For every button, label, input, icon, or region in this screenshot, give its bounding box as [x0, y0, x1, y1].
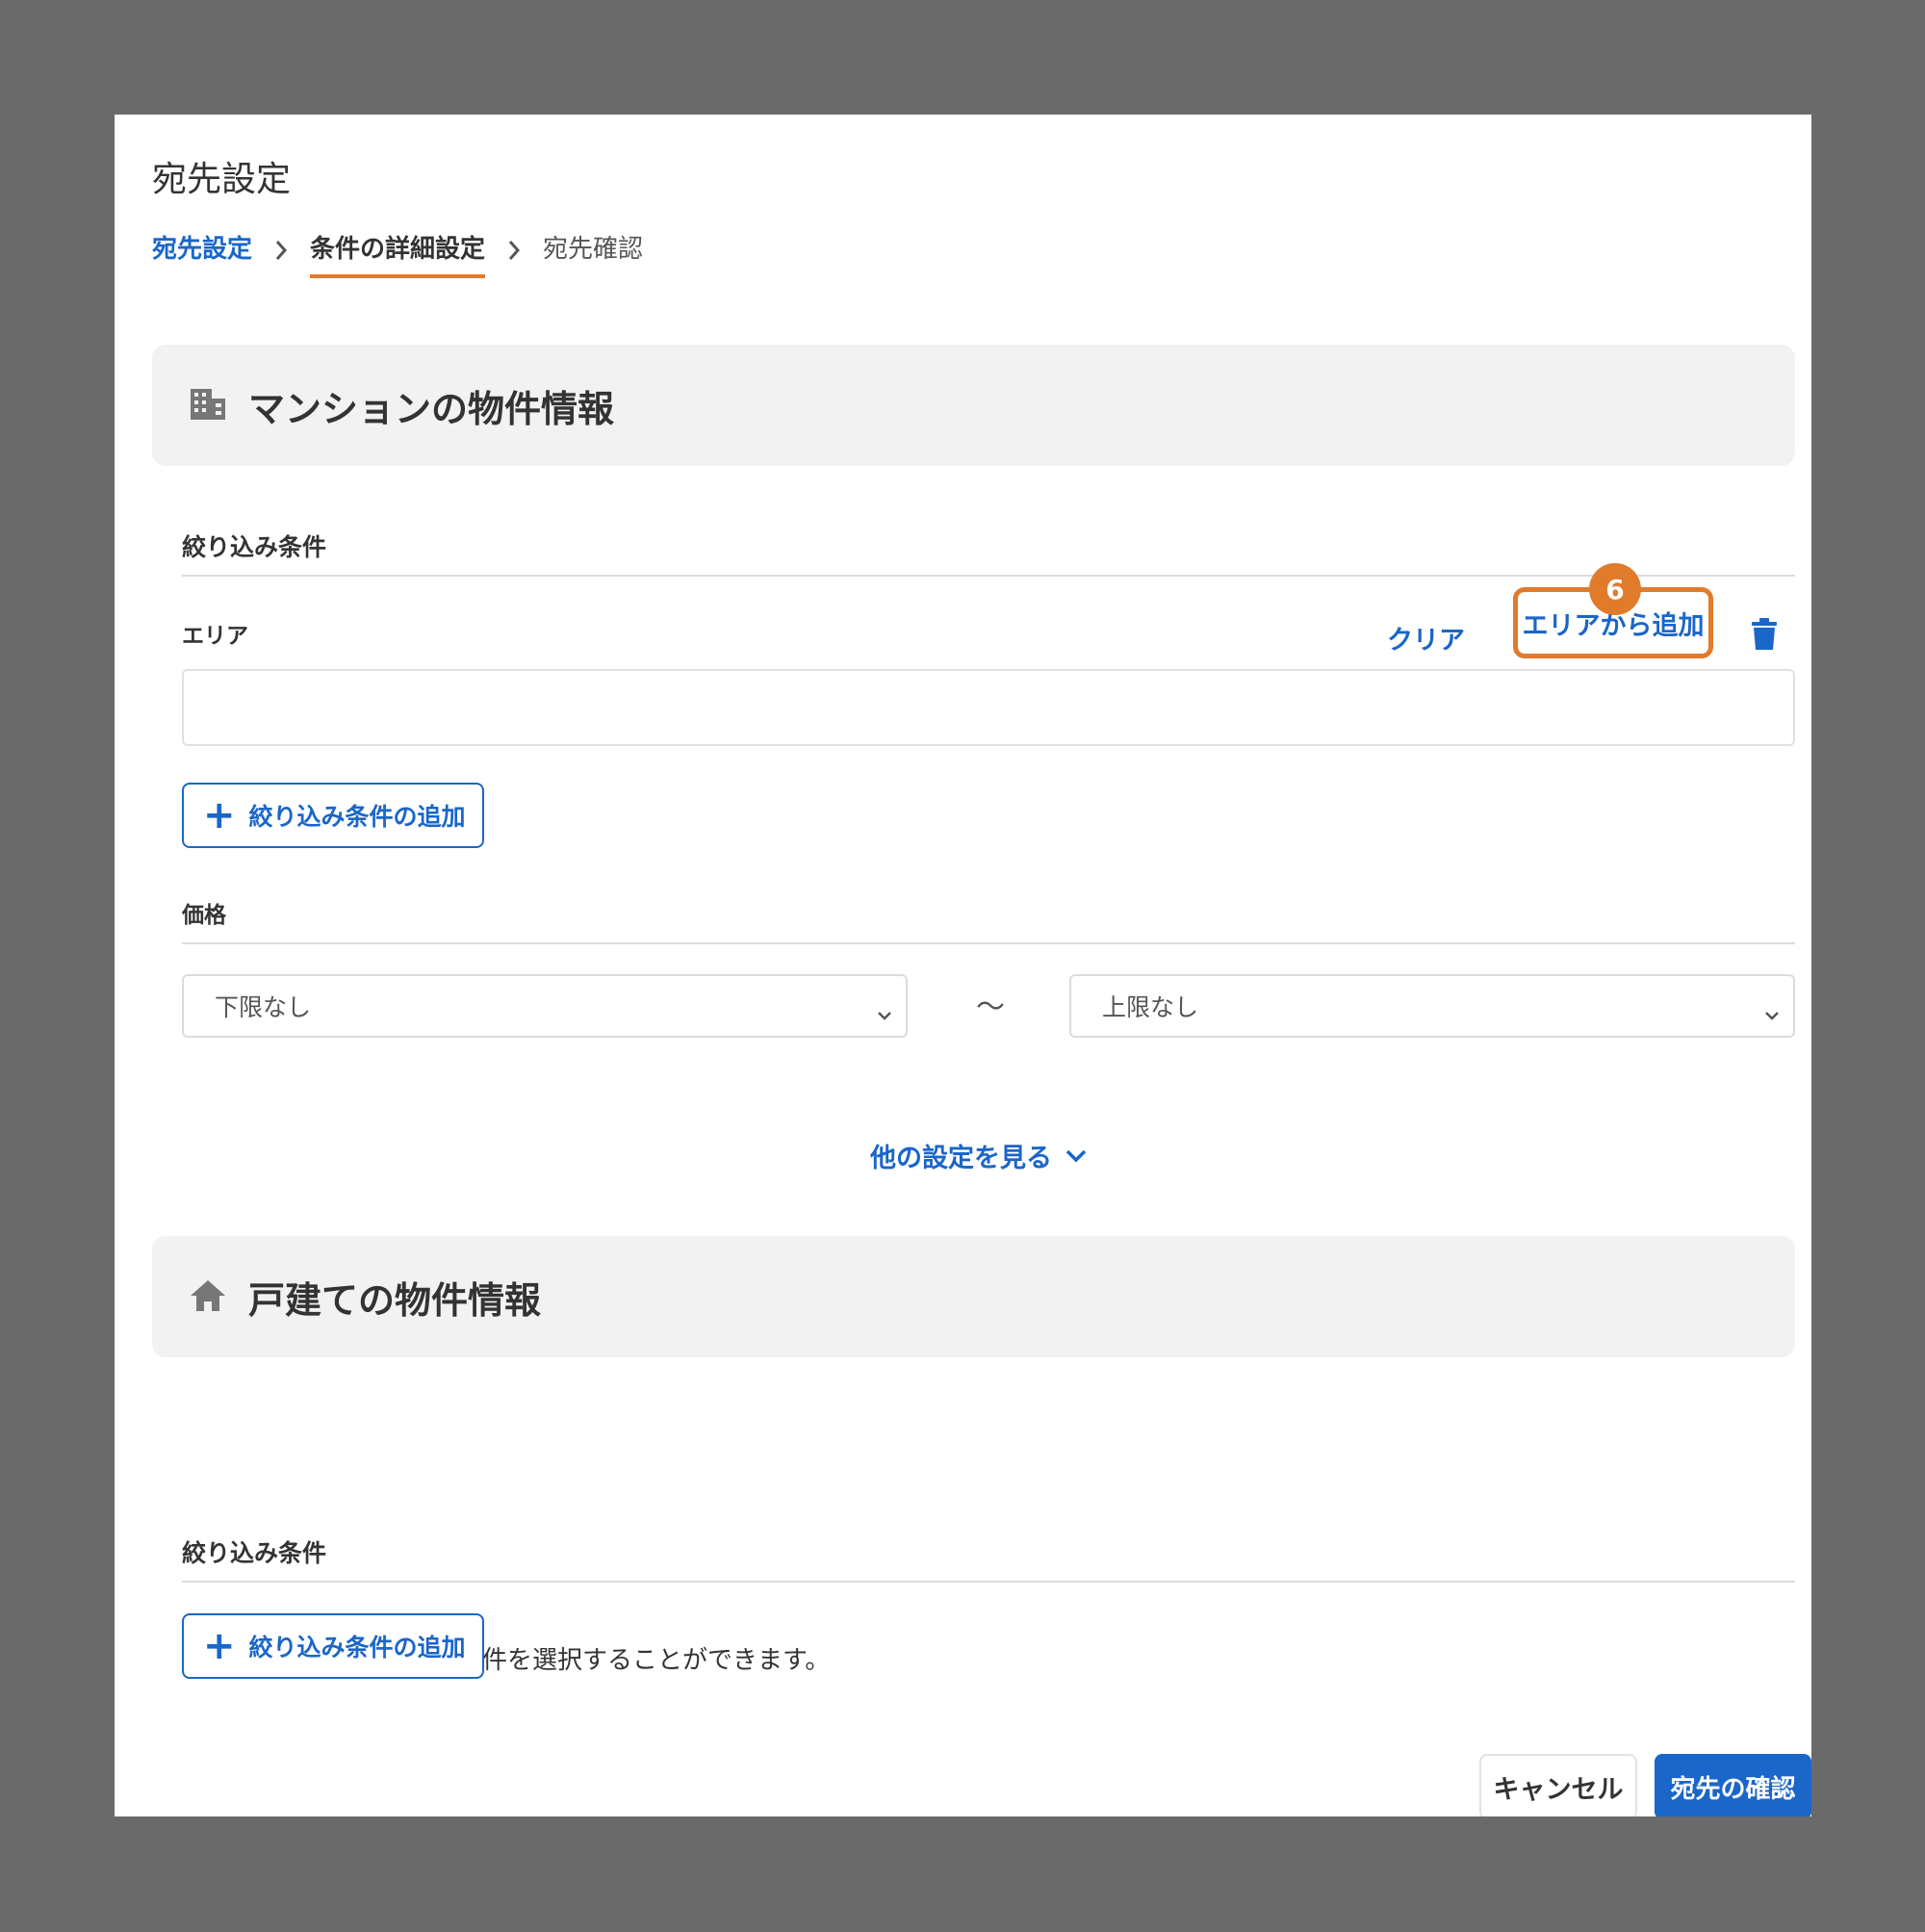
- modal-title: 宛先設定: [152, 160, 292, 199]
- price-max-value: 上限なし: [1102, 993, 1199, 1021]
- breadcrumb-step-confirm: 宛先確認: [543, 235, 644, 264]
- chevron-down-icon: [877, 999, 892, 1027]
- add-condition-button[interactable]: + 絞り込み条件の追加: [182, 783, 484, 848]
- home-icon: [189, 1278, 227, 1317]
- price-range-separator: 〜: [976, 991, 1005, 1024]
- step-badge: 6: [1589, 563, 1641, 615]
- area-input[interactable]: [182, 669, 1795, 746]
- add-condition-label: 絞り込み条件の追加: [248, 803, 466, 831]
- plus-icon: +: [203, 1624, 236, 1668]
- mansion-filter-label: 絞り込み条件: [182, 533, 327, 561]
- price-min-value: 下限なし: [215, 993, 312, 1021]
- chevron-right-icon: [485, 230, 543, 261]
- confirm-destination-button[interactable]: 宛先の確認: [1655, 1754, 1811, 1816]
- house-section-header: 戸建ての物件情報: [152, 1236, 1795, 1357]
- building-icon: [189, 387, 227, 425]
- add-condition-label: 絞り込み条件の追加: [248, 1634, 466, 1662]
- price-max-select[interactable]: 上限なし: [1069, 974, 1795, 1038]
- divider: [182, 942, 1795, 944]
- chevron-down-icon: [1065, 1149, 1087, 1162]
- chevron-down-icon: [1764, 999, 1780, 1027]
- show-more-settings-link[interactable]: 他の設定を見る: [870, 1137, 1087, 1174]
- chevron-right-icon: [252, 230, 310, 261]
- price-min-select[interactable]: 下限なし: [182, 974, 908, 1038]
- house-section-title: 戸建ての物件情報: [248, 1278, 542, 1322]
- add-condition-button[interactable]: + 絞り込み条件の追加: [182, 1613, 484, 1679]
- mansion-section-title: マンションの物件情報: [248, 387, 615, 430]
- price-label: 価格: [182, 903, 226, 928]
- breadcrumb: 宛先設定 条件の詳細設定 宛先確認: [152, 230, 643, 278]
- trash-icon[interactable]: [1751, 618, 1778, 655]
- area-clear-link[interactable]: クリア: [1387, 619, 1465, 657]
- show-more-settings-label: 他の設定を見る: [870, 1144, 1052, 1173]
- divider: [182, 1581, 1795, 1583]
- breadcrumb-step-destination[interactable]: 宛先設定: [152, 230, 252, 274]
- breadcrumb-step-details: 条件の詳細設定: [310, 230, 486, 278]
- area-label: エリア: [182, 624, 248, 649]
- cancel-button[interactable]: キャンセル: [1479, 1754, 1637, 1816]
- plus-icon: +: [203, 793, 236, 837]
- divider: [182, 575, 1795, 577]
- destination-settings-modal: 宛先設定 宛先設定 条件の詳細設定 宛先確認 マンションの物件情報 絞り込み条件…: [115, 115, 1811, 1816]
- house-filter-label: 絞り込み条件: [182, 1539, 327, 1567]
- mansion-section-header: マンションの物件情報: [152, 345, 1795, 466]
